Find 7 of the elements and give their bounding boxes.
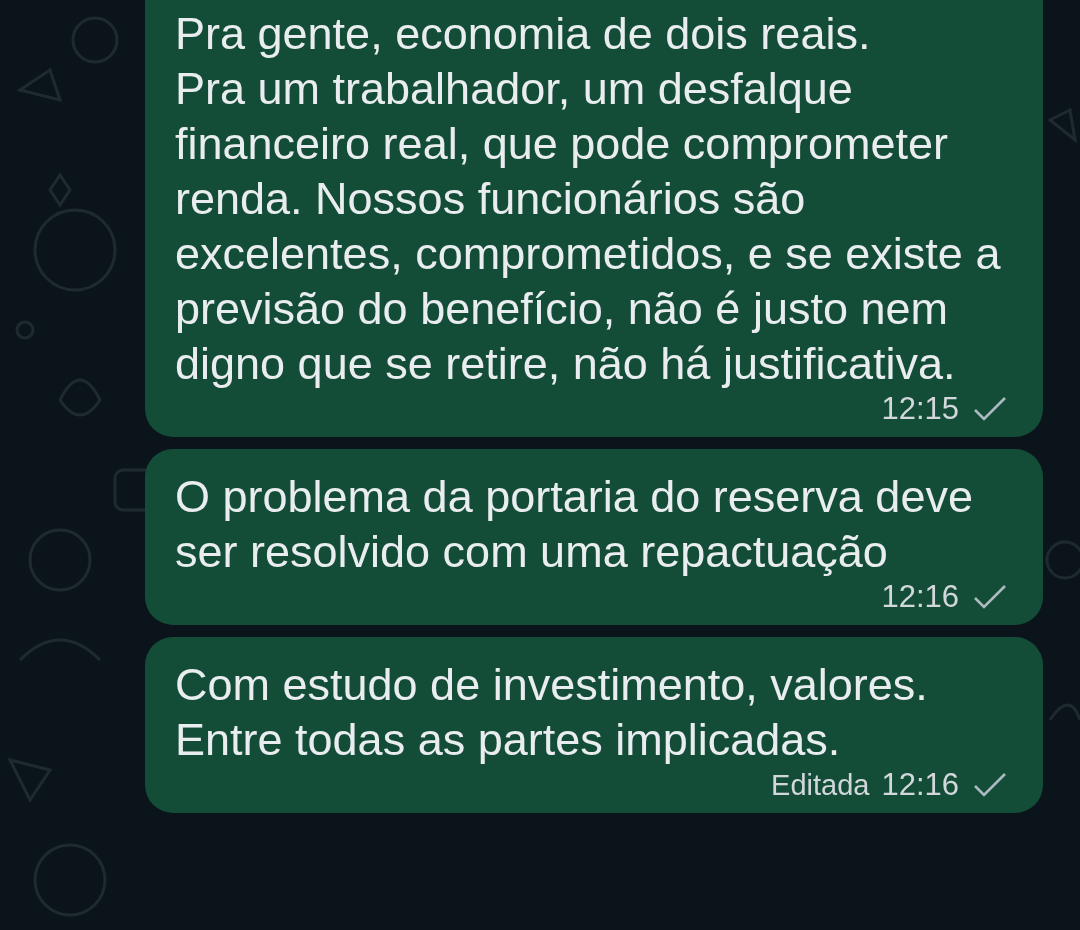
message-time: 12:16 bbox=[881, 579, 959, 615]
message-time: 12:15 bbox=[881, 391, 959, 427]
message-text: Pra gente, economia de dois reais. Pra um trabalhador, um desfalque financeiro real, que pode comprometer renda. Nossos funcionários são excelentes, comprometidos, e se existe a previsão do benefício, não é justo nem digno que se retire, não há justificativa. bbox=[175, 7, 1002, 391]
edited-label: Editada bbox=[771, 768, 870, 802]
message-text: O problema da portaria do reserva deve ser resolvido com uma repactuação bbox=[175, 470, 974, 579]
message-time: 12:16 bbox=[881, 767, 959, 803]
message-text: Com estudo de investimento, valores. Entre todas as partes implicadas. bbox=[175, 658, 929, 767]
